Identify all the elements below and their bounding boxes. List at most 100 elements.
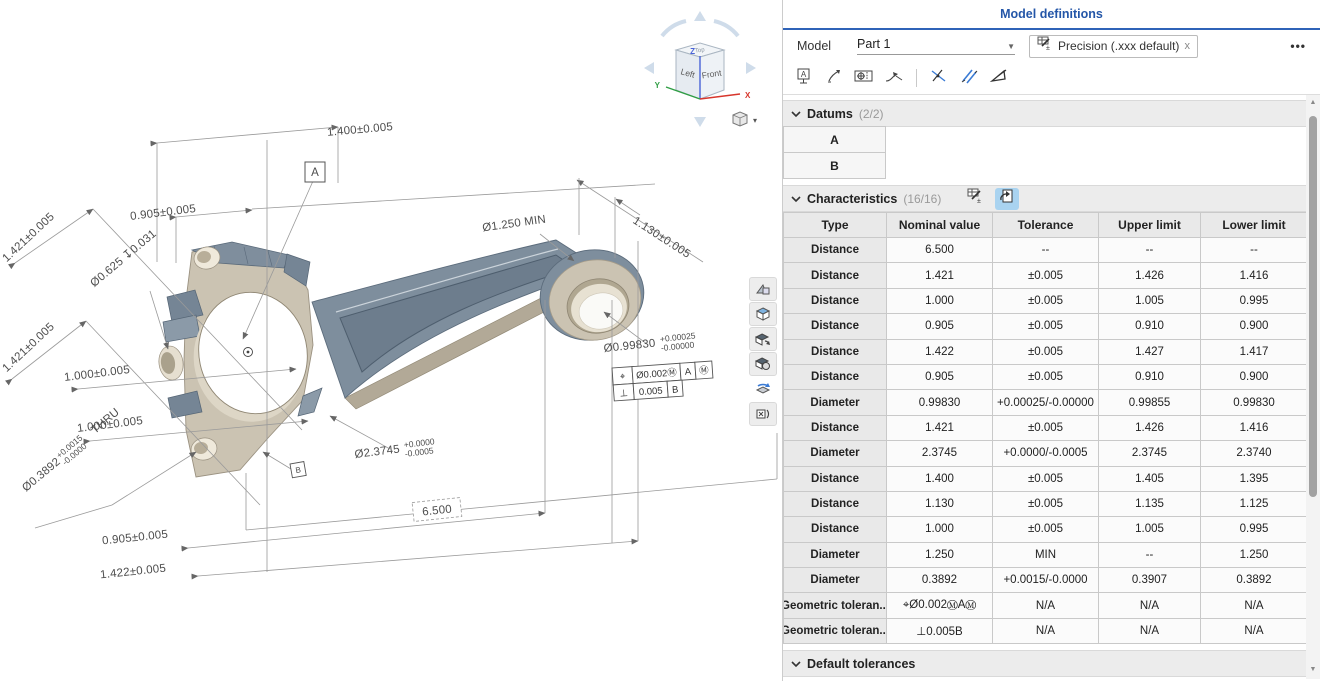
column-header[interactable]: Type	[784, 213, 887, 238]
value-cell[interactable]: 0.3907	[1099, 568, 1201, 593]
type-cell[interactable]: Distance	[784, 492, 887, 517]
value-cell[interactable]: ±0.005	[993, 517, 1099, 542]
dim-1130[interactable]: 1.130±0.005	[630, 215, 692, 261]
overflow-menu-button[interactable]: •••	[1290, 39, 1306, 53]
view-cube[interactable]: Top Left Front Z Y X ▾	[644, 11, 757, 127]
value-cell[interactable]: 1.421	[887, 263, 993, 288]
value-cell[interactable]: ±0.005	[993, 340, 1099, 365]
value-cell[interactable]: 1.421	[887, 416, 993, 441]
table-row[interactable]: Diameter0.3892+0.0015/-0.00000.39070.389…	[784, 568, 1306, 593]
type-cell[interactable]: Distance	[784, 340, 887, 365]
value-cell[interactable]: 0.3892	[887, 568, 993, 593]
value-cell[interactable]: 0.910	[1099, 314, 1201, 339]
3d-viewport[interactable]: 1.400±0.005 0.905±0.005 1.421±0.005 Ø0.6…	[0, 0, 782, 681]
dim-6500-basic[interactable]: 6.500	[412, 498, 462, 522]
column-header[interactable]: Tolerance	[993, 213, 1099, 238]
scroll-up-arrow-icon[interactable]: ▲	[1306, 95, 1320, 110]
dim-03892[interactable]: Ø0.3892 +0.0015 -0.0000 THRU	[18, 404, 124, 497]
value-cell[interactable]: +0.00025/-0.00000	[993, 390, 1099, 415]
table-row[interactable]: Geometric toleran...⊥0.005BN/AN/AN/A	[784, 619, 1306, 644]
value-cell[interactable]: 1.125	[1201, 492, 1308, 517]
value-cell[interactable]: 1.135	[1099, 492, 1201, 517]
value-cell[interactable]: 0.3892	[1201, 568, 1308, 593]
type-cell[interactable]: Geometric toleran...	[784, 593, 887, 618]
feature-control-frame[interactable]: ⌖ Ø0.002Ⓜ A Ⓜ ⊥ 0.005 B	[612, 361, 714, 401]
value-cell[interactable]: N/A	[1099, 593, 1201, 618]
type-cell[interactable]: Distance	[784, 263, 887, 288]
dim-1422[interactable]: 1.422±0.005	[100, 563, 167, 582]
table-row[interactable]: Geometric toleran...⌖Ø0.002ⓂAⓂN/AN/AN/A	[784, 593, 1306, 618]
value-cell[interactable]: 1.417	[1201, 340, 1308, 365]
value-cell[interactable]: 1.427	[1099, 340, 1201, 365]
value-cell[interactable]: 1.426	[1099, 416, 1201, 441]
fit-view-button[interactable]	[749, 402, 777, 426]
type-cell[interactable]: Diameter	[784, 568, 887, 593]
shaded-view-button[interactable]	[749, 302, 777, 326]
value-cell[interactable]: --	[1099, 238, 1201, 263]
dim-1250-min[interactable]: Ø1.250 MIN	[482, 214, 547, 235]
value-cell[interactable]: 1.405	[1099, 467, 1201, 492]
value-cell[interactable]: --	[1099, 543, 1201, 568]
type-cell[interactable]: Distance	[784, 467, 887, 492]
jogged-leader-tool-button[interactable]	[881, 65, 907, 91]
precision-chip-close[interactable]: x	[1184, 40, 1190, 52]
leader-tool-button[interactable]	[821, 65, 847, 91]
value-cell[interactable]: 0.910	[1099, 365, 1201, 390]
value-cell[interactable]: 1.422	[887, 340, 993, 365]
table-row[interactable]: Distance1.130±0.0051.1351.125	[784, 492, 1306, 517]
precision-settings-button[interactable]: ±	[963, 188, 987, 210]
value-cell[interactable]: 0.99830	[1201, 390, 1308, 415]
appearance-view-button[interactable]	[749, 352, 777, 376]
datum-label-b[interactable]: B	[290, 462, 306, 478]
datum-row[interactable]: B	[783, 153, 1306, 179]
type-cell[interactable]: Diameter	[784, 390, 887, 415]
value-cell[interactable]: 1.416	[1201, 263, 1308, 288]
value-cell[interactable]: ±0.005	[993, 416, 1099, 441]
datum-cell[interactable]: B	[783, 152, 886, 179]
value-cell[interactable]: ±0.005	[993, 314, 1099, 339]
datum-label-a[interactable]: A	[305, 162, 325, 182]
dim-0905-bottom[interactable]: 0.905±0.005	[102, 529, 169, 548]
type-cell[interactable]: Distance	[784, 365, 887, 390]
value-cell[interactable]: 0.900	[1201, 314, 1308, 339]
section-view-button[interactable]	[749, 277, 777, 301]
type-cell[interactable]: Distance	[784, 517, 887, 542]
table-row[interactable]: Distance0.905±0.0050.9100.900	[784, 365, 1306, 390]
default-tolerances-section-header[interactable]: Default tolerances	[783, 650, 1306, 677]
table-row[interactable]: Distance1.421±0.0051.4261.416	[784, 416, 1306, 441]
fcf-tool-button[interactable]	[851, 65, 877, 91]
table-row[interactable]: Distance1.400±0.0051.4051.395	[784, 467, 1306, 492]
datums-section-header[interactable]: Datums (2/2)	[783, 100, 1306, 127]
value-cell[interactable]: 1.000	[887, 289, 993, 314]
table-row[interactable]: Distance1.000±0.0051.0050.995	[784, 289, 1306, 314]
dim-0905-top[interactable]: 0.905±0.005	[130, 203, 197, 223]
value-cell[interactable]: 1.000	[887, 517, 993, 542]
angle-measure-tool-button[interactable]	[926, 65, 952, 91]
table-row[interactable]: Distance0.905±0.0050.9100.900	[784, 314, 1306, 339]
type-cell[interactable]: Geometric toleran...	[784, 619, 887, 644]
value-cell[interactable]: 1.130	[887, 492, 993, 517]
model-select[interactable]: Part 1 ▼	[857, 37, 1015, 55]
value-cell[interactable]: 1.400	[887, 467, 993, 492]
value-cell[interactable]: 2.3740	[1201, 441, 1308, 466]
value-cell[interactable]: 0.99855	[1099, 390, 1201, 415]
type-cell[interactable]: Distance	[784, 416, 887, 441]
value-cell[interactable]: 0.995	[1201, 289, 1308, 314]
value-cell[interactable]: ±0.005	[993, 492, 1099, 517]
value-cell[interactable]: ⌖Ø0.002ⓂAⓂ	[887, 593, 993, 618]
table-row[interactable]: Distance1.421±0.0051.4261.416	[784, 263, 1306, 288]
type-cell[interactable]: Distance	[784, 314, 887, 339]
parallel-tool-button[interactable]	[956, 65, 982, 91]
value-cell[interactable]: --	[1201, 238, 1308, 263]
direction-tool-button[interactable]	[986, 65, 1012, 91]
value-cell[interactable]: ±0.005	[993, 263, 1099, 288]
value-cell[interactable]: 1.005	[1099, 517, 1201, 542]
value-cell[interactable]: +0.0000/-0.0005	[993, 441, 1099, 466]
value-cell[interactable]: MIN	[993, 543, 1099, 568]
value-cell[interactable]: 0.995	[1201, 517, 1308, 542]
value-cell[interactable]: 1.250	[887, 543, 993, 568]
table-row[interactable]: Distance1.422±0.0051.4271.417	[784, 340, 1306, 365]
rotate-view-button[interactable]	[749, 327, 777, 351]
table-row[interactable]: Diameter1.250MIN--1.250	[784, 543, 1306, 568]
table-row[interactable]: Distance6.500------	[784, 238, 1306, 263]
